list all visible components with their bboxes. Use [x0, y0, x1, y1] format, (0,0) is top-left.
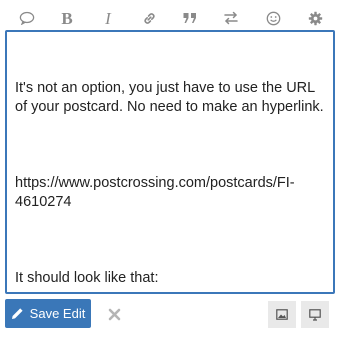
bold-icon: B — [61, 8, 73, 28]
smiley-icon[interactable] — [260, 6, 286, 30]
speech-bubble-icon[interactable] — [14, 6, 40, 30]
monitor-icon — [309, 308, 321, 321]
editor-paragraph-2: https://www.postcrossing.com/postcards/F… — [15, 175, 295, 210]
bold-button[interactable]: B — [54, 6, 80, 30]
save-edit-label: Save Edit — [29, 306, 86, 321]
quote-icon[interactable] — [177, 6, 203, 30]
italic-button[interactable]: I — [95, 6, 121, 30]
image-icon — [276, 309, 288, 320]
gear-icon[interactable] — [302, 6, 328, 30]
editor-paragraph-3: It should look like that: — [15, 270, 159, 286]
post-editor-textarea[interactable]: It's not an option, you just have to use… — [5, 30, 335, 294]
cancel-edit-button[interactable] — [105, 305, 123, 323]
upload-image-button[interactable] — [268, 301, 296, 328]
link-icon[interactable] — [136, 6, 162, 30]
toggle-preview-button[interactable] — [301, 301, 329, 328]
editor-paragraph-1: It's not an option, you just have to use… — [15, 80, 324, 115]
swap-arrows-icon[interactable] — [218, 6, 244, 30]
close-icon — [108, 308, 120, 320]
pencil-icon — [11, 307, 24, 320]
italic-icon: I — [105, 8, 111, 28]
save-edit-button[interactable]: Save Edit — [5, 299, 91, 328]
